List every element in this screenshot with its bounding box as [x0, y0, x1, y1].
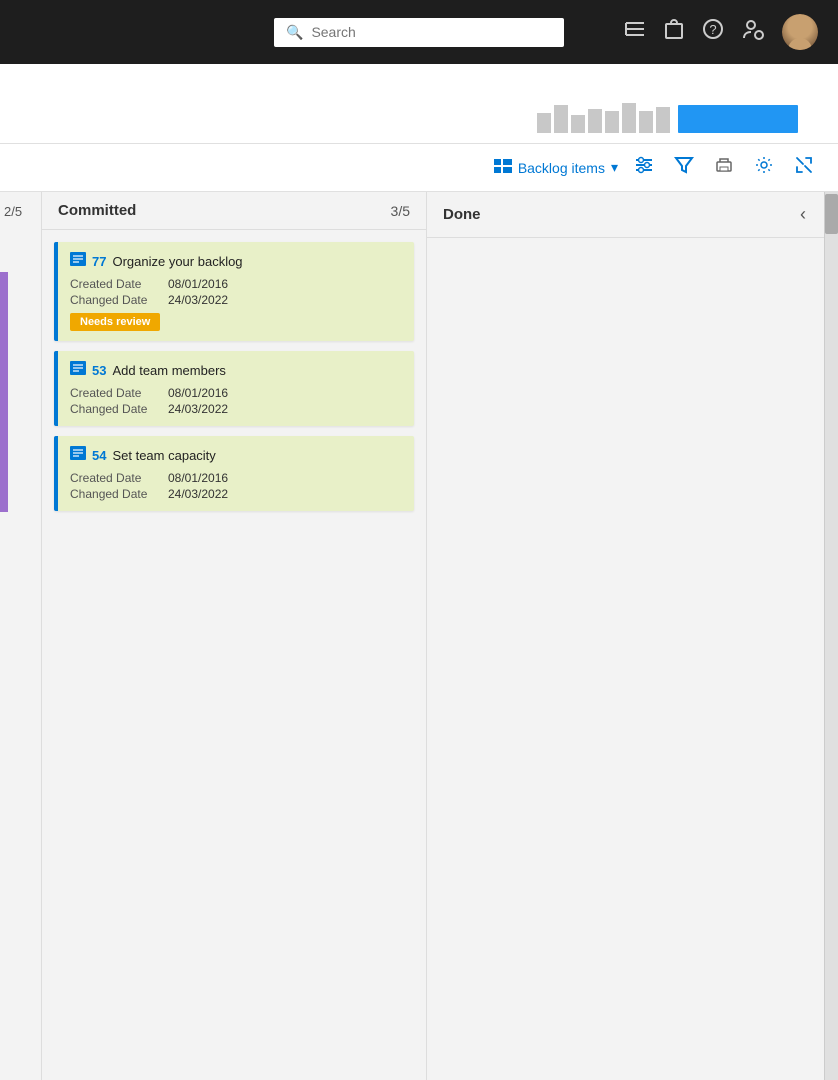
user-settings-icon[interactable]: [742, 18, 764, 46]
committed-column-content: 77 Organize your backlog Created Date 08…: [42, 230, 426, 1080]
chart-bar-3: [571, 115, 585, 133]
avatar[interactable]: [782, 14, 818, 50]
card-53-changed-row: Changed Date 24/03/2022: [70, 402, 402, 416]
card-77-number: 77: [92, 254, 106, 269]
search-icon: 🔍: [286, 24, 303, 41]
chart-area: [0, 64, 838, 144]
card-53-header: 53 Add team members: [70, 361, 402, 380]
card-54-created-row: Created Date 08/01/2016: [70, 471, 402, 485]
card-53-number: 53: [92, 363, 106, 378]
chart-bar-2: [554, 105, 568, 133]
card-77-header: 77 Organize your backlog: [70, 252, 402, 271]
card-77-created-value: 08/01/2016: [168, 277, 228, 291]
card-53[interactable]: 53 Add team members Created Date 08/01/2…: [54, 351, 414, 426]
card-53-created-row: Created Date 08/01/2016: [70, 386, 402, 400]
card-54-meta: Created Date 08/01/2016 Changed Date 24/…: [70, 471, 402, 501]
list-icon[interactable]: [624, 20, 646, 44]
card-77-created-row: Created Date 08/01/2016: [70, 277, 402, 291]
chart-bar-5: [605, 111, 619, 133]
top-navigation: 🔍 ?: [0, 0, 838, 64]
done-column-header: Done ‹: [427, 192, 824, 238]
committed-count: 3/5: [391, 203, 410, 219]
committed-column-header: Committed 3/5: [42, 192, 426, 230]
card-77-changed-value: 24/03/2022: [168, 293, 228, 307]
card-77-badge: Needs review: [70, 313, 160, 331]
card-77-changed-label: Changed Date: [70, 293, 160, 307]
settings-icon[interactable]: [750, 151, 778, 184]
backlog-items-label: Backlog items: [518, 160, 605, 176]
chart-bar-1: [537, 113, 551, 133]
bag-icon[interactable]: [664, 18, 684, 46]
left-partial-column: 2/5: [0, 192, 42, 1080]
done-title: Done: [443, 206, 481, 223]
vertical-scrollbar[interactable]: [824, 192, 838, 1080]
card-53-icon: [70, 361, 86, 380]
backlog-toolbar: Backlog items ▾: [0, 144, 838, 192]
grid-icon: [494, 159, 512, 176]
chart-bar-7: [639, 111, 653, 133]
card-54-changed-value: 24/03/2022: [168, 487, 228, 501]
card-77-changed-row: Changed Date 24/03/2022: [70, 293, 402, 307]
card-54-icon: [70, 446, 86, 465]
card-53-changed-label: Changed Date: [70, 402, 160, 416]
card-77-meta: Created Date 08/01/2016 Changed Date 24/…: [70, 277, 402, 307]
committed-title: Committed: [58, 202, 136, 219]
card-77-icon: [70, 252, 86, 271]
done-column: Done ‹: [427, 192, 824, 1080]
print-icon[interactable]: [710, 152, 738, 183]
card-53-changed-value: 24/03/2022: [168, 402, 228, 416]
backlog-chevron-icon: ▾: [611, 159, 618, 176]
left-side-bar: [0, 272, 8, 512]
done-column-content: [427, 238, 824, 1080]
card-54-title: Set team capacity: [112, 448, 215, 463]
done-collapse-button[interactable]: ‹: [798, 202, 808, 227]
chart-bar-8: [656, 107, 670, 133]
backlog-items-dropdown[interactable]: Backlog items ▾: [494, 159, 618, 176]
filter-sliders-icon[interactable]: [630, 152, 658, 183]
nav-icons: ?: [624, 14, 818, 50]
committed-column: Committed 3/5 77: [42, 192, 427, 1080]
card-77[interactable]: 77 Organize your backlog Created Date 08…: [54, 242, 414, 341]
search-input[interactable]: [311, 24, 552, 40]
left-col-count: 2/5: [0, 192, 41, 231]
search-box[interactable]: 🔍: [274, 18, 564, 47]
card-54-created-label: Created Date: [70, 471, 160, 485]
chart-bar-6: [622, 103, 636, 133]
card-77-title: Organize your backlog: [112, 254, 242, 269]
card-54[interactable]: 54 Set team capacity Created Date 08/01/…: [54, 436, 414, 511]
chart-blue-bar: [678, 105, 798, 133]
card-77-created-label: Created Date: [70, 277, 160, 291]
card-54-changed-row: Changed Date 24/03/2022: [70, 487, 402, 501]
help-icon[interactable]: ?: [702, 18, 724, 46]
kanban-board: 2/5 Committed 3/5: [0, 192, 838, 1080]
card-53-meta: Created Date 08/01/2016 Changed Date 24/…: [70, 386, 402, 416]
card-53-title: Add team members: [112, 363, 225, 378]
card-53-created-value: 08/01/2016: [168, 386, 228, 400]
avatar-image: [782, 14, 818, 50]
funnel-icon[interactable]: [670, 152, 698, 183]
chart-bar-4: [588, 109, 602, 133]
card-53-created-label: Created Date: [70, 386, 160, 400]
chart-bars: [537, 103, 670, 133]
svg-text:?: ?: [709, 22, 716, 37]
card-54-created-value: 08/01/2016: [168, 471, 228, 485]
card-54-changed-label: Changed Date: [70, 487, 160, 501]
expand-icon[interactable]: [790, 151, 818, 184]
card-54-header: 54 Set team capacity: [70, 446, 402, 465]
scrollbar-thumb[interactable]: [825, 194, 838, 234]
card-54-number: 54: [92, 448, 106, 463]
